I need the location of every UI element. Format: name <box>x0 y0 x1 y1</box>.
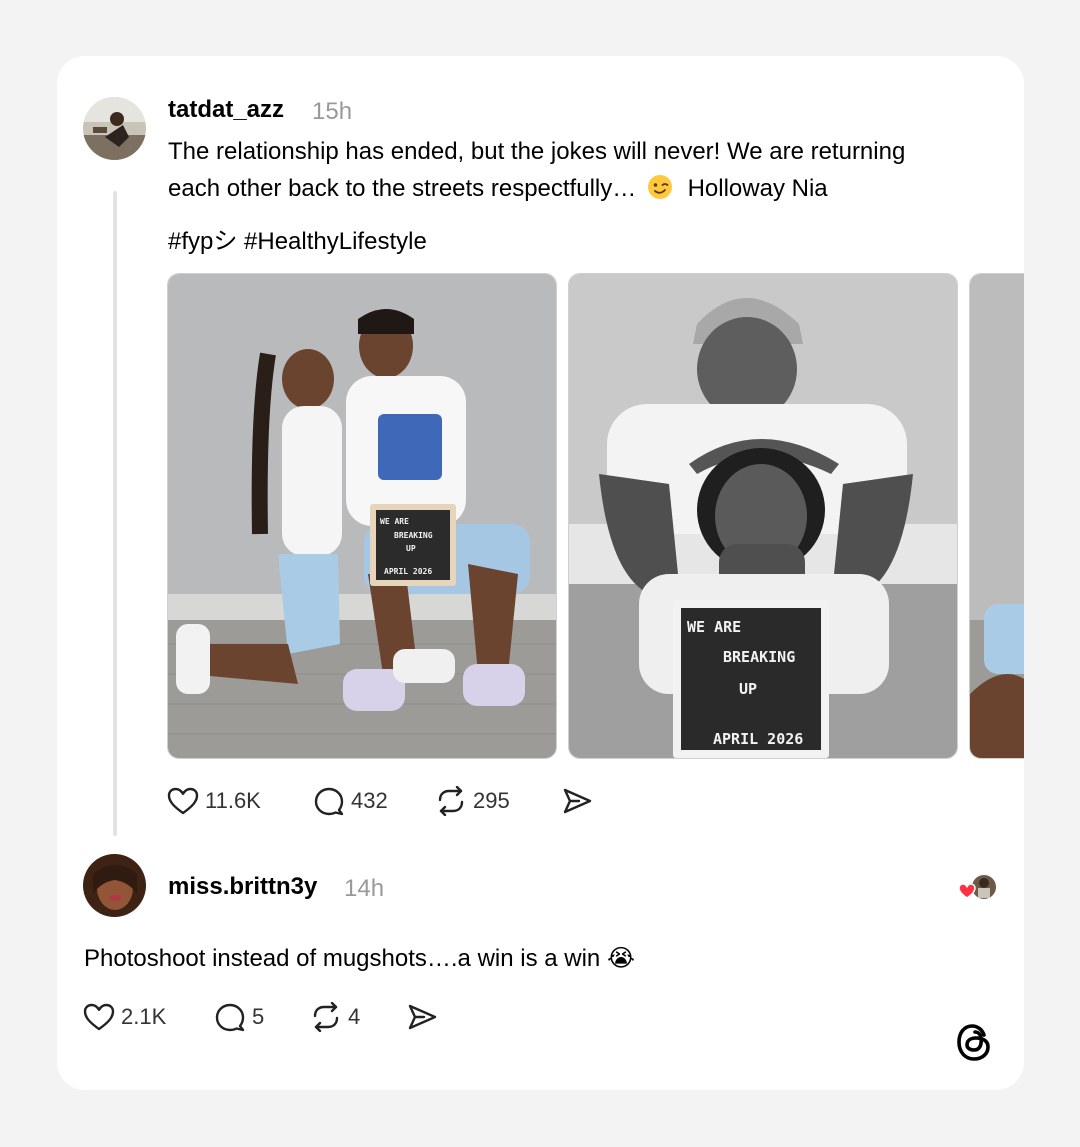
thread-line <box>113 191 117 836</box>
reply-username[interactable]: miss.brittn3y <box>168 873 317 901</box>
sign-1-line-4: APRIL 2026 <box>384 567 432 576</box>
post-time: 15h <box>312 98 353 125</box>
sign-2-line-2: BREAKING <box>723 648 795 666</box>
reply-count: 432 <box>351 788 388 813</box>
repost-count: 295 <box>473 788 510 813</box>
threads-logo-icon[interactable] <box>955 1021 995 1063</box>
author-avatar[interactable] <box>83 97 146 160</box>
repost-button[interactable]: 295 <box>435 786 561 816</box>
reply-reply-button[interactable]: 5 <box>214 1002 310 1032</box>
post-text-line-2-body: each other back to the streets respectfu… <box>168 175 637 202</box>
comment-icon <box>314 787 344 816</box>
post-hashtags[interactable]: #fypシ #HealthyLifestyle <box>168 223 427 260</box>
reply-time: 14h <box>344 875 385 902</box>
mini-heart-icon <box>958 883 976 899</box>
liked-by-author-indicator <box>957 874 997 902</box>
repost-icon <box>313 1002 339 1032</box>
sign-1-line-3: UP <box>406 544 416 553</box>
post-card: tatdat_azz 15h The relationship has ende… <box>57 56 1024 1090</box>
post-text-line-2: each other back to the streets respectfu… <box>168 170 1018 207</box>
share-icon <box>563 788 592 814</box>
reply-repost-button[interactable]: 4 <box>310 1002 406 1032</box>
heart-icon <box>167 787 199 815</box>
comment-icon <box>215 1003 245 1032</box>
post-text: The relationship has ended, but the joke… <box>168 133 1018 207</box>
wink-emoji <box>647 175 680 202</box>
repost-icon <box>438 786 464 816</box>
post-actions: 11.6K 432 295 <box>167 786 593 816</box>
like-button[interactable]: 11.6K <box>167 786 313 816</box>
crying-emoji: 😭 <box>606 944 635 972</box>
sign-1-line-2: BREAKING <box>394 531 433 540</box>
carousel-image-3[interactable] <box>969 273 1024 759</box>
reply-actions: 2.1K 5 4 <box>83 1002 438 1032</box>
sign-1-line-1: WE ARE <box>380 517 409 526</box>
image-carousel[interactable]: WE ARE BREAKING UP APRIL 2026 WE ARE BRE… <box>167 273 1024 761</box>
sign-2-line-1: WE ARE <box>687 618 741 636</box>
mention-link[interactable]: Holloway Nia <box>688 175 828 202</box>
share-button[interactable] <box>561 786 593 816</box>
reply-share-button[interactable] <box>406 1002 438 1032</box>
reply-text: Photoshoot instead of mugshots….a win is… <box>84 940 635 977</box>
like-count: 11.6K <box>205 788 261 813</box>
reply-like-count: 2.1K <box>121 1004 167 1029</box>
reply-repost-count: 4 <box>348 1004 361 1029</box>
author-username[interactable]: tatdat_azz <box>168 96 284 124</box>
reply-avatar[interactable] <box>83 854 146 917</box>
share-icon <box>408 1004 437 1030</box>
carousel-image-1[interactable]: WE ARE BREAKING UP APRIL 2026 <box>167 273 557 759</box>
heart-icon <box>83 1003 115 1031</box>
reply-button[interactable]: 432 <box>313 786 435 816</box>
post-text-line-1: The relationship has ended, but the joke… <box>168 138 906 165</box>
reply-text-body: Photoshoot instead of mugshots….a win is… <box>84 945 601 972</box>
sign-2-line-3: UP <box>739 680 757 698</box>
sign-2-line-4: APRIL 2026 <box>713 730 803 748</box>
carousel-image-2[interactable]: WE ARE BREAKING UP APRIL 2026 <box>568 273 958 759</box>
reply-like-button[interactable]: 2.1K <box>83 1002 214 1032</box>
reply-reply-count: 5 <box>252 1004 265 1029</box>
